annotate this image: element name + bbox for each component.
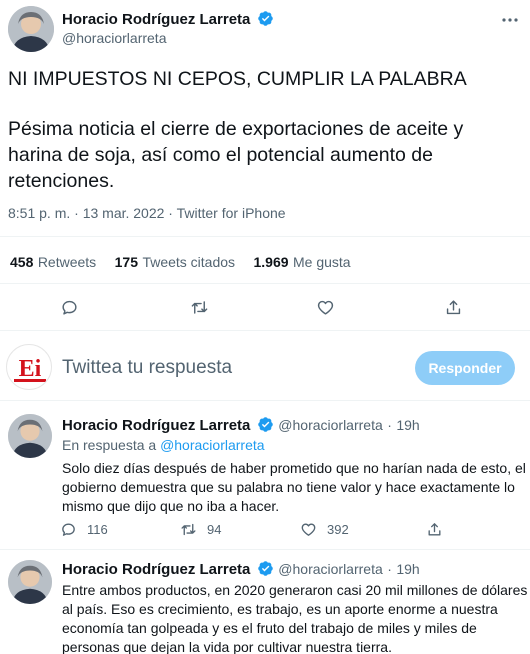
more-icon[interactable]: [500, 10, 520, 30]
divider: [0, 549, 530, 550]
reply-author-handle[interactable]: @horaciorlarreta: [278, 417, 382, 433]
verified-badge-icon: [258, 417, 273, 432]
tweet-meta[interactable]: 8:51 p. m. · 13 mar. 2022 · Twitter for …: [8, 205, 286, 221]
in-reply-handle-link[interactable]: @horaciorlarreta: [160, 437, 264, 453]
retweet-count: 94: [207, 522, 222, 537]
reply-action-like[interactable]: 392: [300, 521, 349, 538]
retweet-icon: [181, 523, 196, 536]
divider: [0, 236, 530, 237]
in-reply-prefix: En respuesta a: [62, 437, 157, 453]
reply-text-line: gobierno demuestra que su palabra no tie…: [62, 479, 515, 495]
divider: [0, 400, 530, 401]
likes-label: Me gusta: [293, 254, 351, 270]
reply-icon[interactable]: [56, 294, 82, 320]
retweet-icon[interactable]: [186, 294, 212, 320]
retweets-count: 458: [10, 254, 34, 270]
separator-dot: ·: [387, 561, 392, 577]
reply-icon: [62, 523, 75, 536]
reply-button[interactable]: Responder: [415, 351, 515, 385]
tweet-headline: NI IMPUESTOS NI CEPOS, CUMPLIR LA PALABR…: [8, 68, 467, 90]
separator-dot: ·: [387, 417, 392, 433]
divider: [0, 283, 530, 284]
author-name-row[interactable]: Horacio Rodríguez Larreta: [62, 10, 274, 28]
reply-author-name[interactable]: Horacio Rodríguez Larreta: [62, 417, 250, 434]
reply-avatar[interactable]: [8, 560, 52, 604]
in-reply-to: En respuesta a @horaciorlarreta: [62, 437, 265, 453]
retweets-stat[interactable]: 458 Retweets: [10, 254, 101, 271]
author-name[interactable]: Horacio Rodríguez Larreta: [62, 11, 250, 28]
like-count: 392: [327, 522, 349, 537]
quotes-count: 175: [114, 254, 138, 270]
verified-badge-icon: [258, 561, 273, 576]
reply-header: Horacio Rodríguez Larreta @horaciorlarre…: [62, 416, 420, 435]
tweet-body-line: harina de soja, así como el potencial au…: [8, 144, 433, 166]
tweet-body: Pésima noticia el cierre de exportacione…: [8, 116, 463, 194]
reply-author-handle[interactable]: @horaciorlarreta: [278, 561, 382, 577]
reply-text: Solo diez días después de haber prometid…: [62, 459, 526, 516]
quotes-stat[interactable]: 175 Tweets citados: [115, 254, 240, 271]
likes-stat[interactable]: 1.969 Me gusta: [254, 254, 351, 271]
reply-avatar[interactable]: [8, 414, 52, 458]
reply-text-line: al país. Eso es crecimiento, es trabajo,…: [62, 601, 498, 617]
reply-count: 116: [87, 522, 108, 537]
share-icon[interactable]: [440, 294, 466, 320]
retweets-label: Retweets: [37, 254, 97, 270]
reply-input[interactable]: Twittea tu respuesta: [62, 357, 232, 379]
author-avatar[interactable]: [8, 6, 54, 52]
tweet-body-line: Pésima noticia el cierre de exportacione…: [8, 118, 464, 140]
quotes-label: Tweets citados: [142, 254, 236, 270]
reply-text-line: economía tan golpeada y es el fruto del …: [62, 620, 477, 636]
share-icon[interactable]: [426, 521, 443, 543]
reply-time[interactable]: 19h: [396, 561, 419, 577]
reply-text-line: mismo que dijo que no iba a hacer.: [62, 498, 280, 514]
tweet-body-line: retenciones.: [8, 170, 115, 192]
user-avatar[interactable]: Ei: [6, 344, 52, 390]
reply-header: Horacio Rodríguez Larreta @horaciorlarre…: [62, 560, 420, 579]
tweet-stats: 458 Retweets 175 Tweets citados 1.969 Me…: [10, 254, 351, 272]
like-icon[interactable]: [312, 294, 338, 320]
reply-author-name[interactable]: Horacio Rodríguez Larreta: [62, 561, 250, 578]
verified-badge-icon: [257, 11, 273, 26]
user-avatar-logo: Ei: [19, 356, 42, 382]
likes-count: 1.969: [253, 254, 289, 270]
reply-text: Entre ambos productos, en 2020 generaron…: [62, 581, 527, 654]
divider: [0, 330, 530, 331]
reply-text-line: Solo diez días después de haber prometid…: [62, 460, 526, 476]
reply-text-line: Entre ambos productos, en 2020 generaron…: [62, 582, 528, 598]
author-handle[interactable]: @horaciorlarreta: [62, 30, 166, 46]
reply-action-reply[interactable]: 116: [60, 521, 108, 538]
like-icon: [301, 523, 316, 536]
reply-time[interactable]: 19h: [396, 417, 419, 433]
reply-text-line: personas que dejan la vida por cultivar …: [62, 639, 392, 654]
reply-action-retweet[interactable]: 94: [180, 521, 221, 538]
